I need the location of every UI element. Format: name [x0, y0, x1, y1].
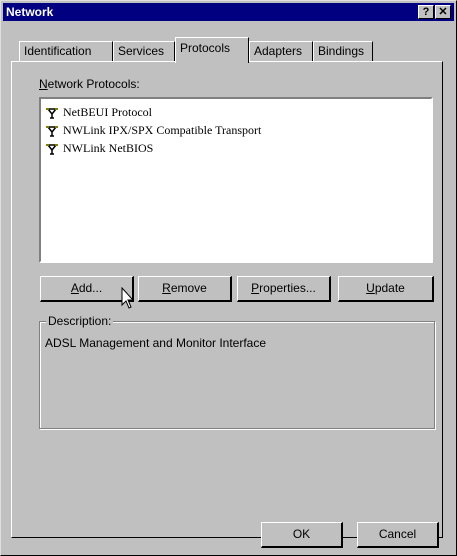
network-protocol-icon [46, 126, 58, 137]
list-item[interactable]: NetBEUI Protocol [45, 105, 152, 121]
list-item[interactable]: NWLink IPX/SPX Compatible Transport [45, 123, 261, 139]
network-protocol-icon [46, 108, 58, 119]
cancel-button[interactable]: Cancel [357, 522, 439, 548]
tab-identification[interactable]: Identification [19, 41, 113, 61]
help-button[interactable]: ? [418, 5, 434, 19]
tab-label: Services [118, 44, 165, 58]
remove-button[interactable]: Remove [138, 276, 232, 302]
tab-services[interactable]: Services [113, 41, 175, 61]
tab-adapters[interactable]: Adapters [249, 41, 313, 61]
tab-label: Bindings [318, 44, 365, 58]
description-title: Description: [46, 314, 114, 328]
list-item[interactable]: NWLink NetBIOS [45, 141, 153, 157]
close-button[interactable]: ✕ [435, 5, 451, 19]
network-protocol-icon [46, 144, 58, 155]
update-button[interactable]: Update [338, 276, 434, 302]
network-protocols-label: Network Protocols: [39, 77, 140, 91]
mouse-pointer-icon [121, 287, 135, 309]
description-group: Description: ADSL Management and Monitor… [39, 314, 435, 429]
question-mark-icon: ? [422, 6, 430, 18]
tab-label: Adapters [254, 44, 303, 58]
tab-bindings[interactable]: Bindings [313, 41, 373, 61]
close-icon: ✕ [438, 6, 448, 18]
ok-button[interactable]: OK [261, 522, 343, 548]
add-button[interactable]: Add... [40, 276, 134, 302]
network-protocols-list[interactable]: NetBEUI Protocol NWLink IPX/SPX Compatib… [39, 97, 433, 263]
tab-protocols[interactable]: Protocols [175, 37, 249, 63]
title-bar[interactable]: Network ? ✕ [3, 3, 454, 21]
tab-label: Identification [24, 44, 92, 58]
network-dialog: Network ? ✕ Identification Services Prot… [0, 0, 457, 556]
window-title: Network [6, 5, 54, 19]
description-text: ADSL Management and Monitor Interface [45, 336, 267, 350]
tab-label: Protocols [180, 41, 231, 55]
properties-button[interactable]: Properties... [237, 276, 331, 302]
